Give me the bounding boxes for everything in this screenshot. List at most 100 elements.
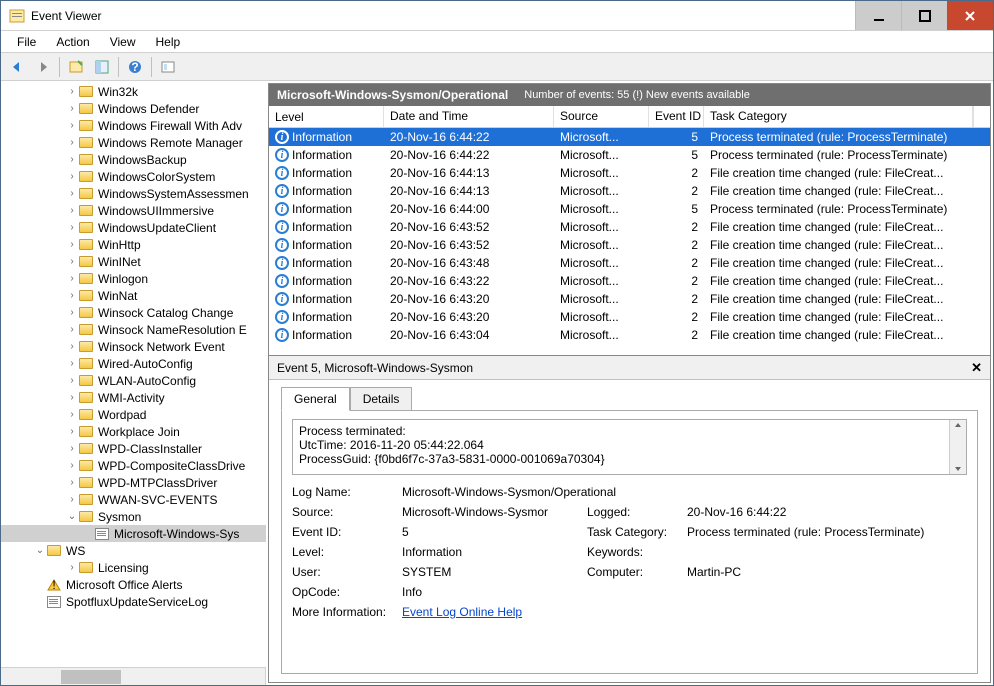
expand-icon[interactable]: ⌄ [65, 511, 79, 522]
tree-item[interactable]: ›WinNat [1, 287, 266, 304]
event-row[interactable]: iInformation20-Nov-16 6:44:00Microsoft..… [269, 200, 990, 218]
event-row[interactable]: iInformation20-Nov-16 6:43:22Microsoft..… [269, 272, 990, 290]
cell-task: Process terminated (rule: ProcessTermina… [704, 202, 990, 216]
tree-item[interactable]: ›Windows Defender [1, 100, 266, 117]
expand-icon[interactable]: › [65, 341, 79, 352]
event-row[interactable]: iInformation20-Nov-16 6:43:48Microsoft..… [269, 254, 990, 272]
event-row[interactable]: iInformation20-Nov-16 6:44:13Microsoft..… [269, 182, 990, 200]
event-row[interactable]: iInformation20-Nov-16 6:43:04Microsoft..… [269, 326, 990, 344]
forward-button[interactable] [31, 55, 55, 79]
expand-icon[interactable]: ⌄ [33, 545, 47, 556]
tab-general[interactable]: General [281, 387, 350, 411]
tree-item[interactable]: ⌄Sysmon [1, 508, 266, 525]
expand-icon[interactable]: › [65, 460, 79, 471]
help-button[interactable]: ? [123, 55, 147, 79]
tree-item[interactable]: ⌄WS [1, 542, 266, 559]
show-tree-button[interactable] [64, 55, 88, 79]
tree-view[interactable]: ›Win32k›Windows Defender›Windows Firewal… [1, 81, 266, 667]
expand-icon[interactable]: › [65, 103, 79, 114]
tree-item[interactable]: ›WMI-Activity [1, 389, 266, 406]
expand-icon[interactable]: › [65, 562, 79, 573]
find-button[interactable] [156, 55, 180, 79]
tree-item[interactable]: ›WPD-CompositeClassDrive [1, 457, 266, 474]
expand-icon[interactable]: › [65, 443, 79, 454]
expand-icon[interactable]: › [65, 290, 79, 301]
expand-icon[interactable]: › [65, 256, 79, 267]
expand-icon[interactable]: › [65, 392, 79, 403]
expand-icon[interactable]: › [65, 86, 79, 97]
list-body[interactable]: iInformation20-Nov-16 6:44:22Microsoft..… [269, 128, 990, 355]
col-date[interactable]: Date and Time [384, 106, 554, 127]
col-taskcat[interactable]: Task Category [704, 106, 973, 127]
menu-help[interactable]: Help [146, 33, 191, 51]
detail-header: Event 5, Microsoft-Windows-Sysmon ✕ [269, 356, 990, 380]
expand-icon[interactable]: › [65, 120, 79, 131]
expand-icon[interactable]: › [65, 358, 79, 369]
col-level[interactable]: Level [269, 106, 384, 127]
event-row[interactable]: iInformation20-Nov-16 6:43:20Microsoft..… [269, 290, 990, 308]
expand-icon[interactable]: › [65, 307, 79, 318]
tree-item[interactable]: ›WindowsBackup [1, 151, 266, 168]
menu-file[interactable]: File [7, 33, 46, 51]
detail-close-icon[interactable]: ✕ [971, 360, 982, 376]
expand-icon[interactable]: › [65, 409, 79, 420]
tree-item[interactable]: ›WWAN-SVC-EVENTS [1, 491, 266, 508]
tree-item[interactable]: ›Wordpad [1, 406, 266, 423]
event-row[interactable]: iInformation20-Nov-16 6:44:22Microsoft..… [269, 128, 990, 146]
maximize-button[interactable] [901, 1, 947, 30]
link-online-help[interactable]: Event Log Online Help [402, 605, 522, 619]
minimize-button[interactable] [855, 1, 901, 30]
back-button[interactable] [5, 55, 29, 79]
tree-item[interactable]: ›Winlogon [1, 270, 266, 287]
tree-item[interactable]: ›WindowsUIImmersive [1, 202, 266, 219]
tree-item[interactable]: ›WinINet [1, 253, 266, 270]
tree-item[interactable]: ›Workplace Join [1, 423, 266, 440]
menu-view[interactable]: View [100, 33, 146, 51]
event-row[interactable]: iInformation20-Nov-16 6:43:52Microsoft..… [269, 236, 990, 254]
event-row[interactable]: iInformation20-Nov-16 6:43:20Microsoft..… [269, 308, 990, 326]
event-row[interactable]: iInformation20-Nov-16 6:43:52Microsoft..… [269, 218, 990, 236]
expand-icon[interactable]: › [65, 426, 79, 437]
tree-item[interactable]: ›Winsock NameResolution E [1, 321, 266, 338]
tree-item[interactable]: ›Wired-AutoConfig [1, 355, 266, 372]
msg-scrollbar[interactable] [949, 420, 966, 474]
expand-icon[interactable]: › [65, 239, 79, 250]
expand-icon[interactable]: › [65, 137, 79, 148]
expand-icon[interactable]: › [65, 494, 79, 505]
tab-details[interactable]: Details [350, 387, 413, 411]
tree-hscrollbar[interactable] [1, 667, 265, 685]
tree-item[interactable]: SpotfluxUpdateServiceLog [1, 593, 266, 610]
tree-item[interactable]: ›WPD-MTPClassDriver [1, 474, 266, 491]
menu-action[interactable]: Action [46, 33, 99, 51]
tree-item[interactable]: !Microsoft Office Alerts [1, 576, 266, 593]
tree-item[interactable]: ›Winsock Catalog Change [1, 304, 266, 321]
expand-icon[interactable]: › [65, 273, 79, 284]
expand-icon[interactable]: › [65, 324, 79, 335]
expand-icon[interactable]: › [65, 171, 79, 182]
tree-item[interactable]: ›WLAN-AutoConfig [1, 372, 266, 389]
tree-item[interactable]: ›WindowsUpdateClient [1, 219, 266, 236]
event-row[interactable]: iInformation20-Nov-16 6:44:22Microsoft..… [269, 146, 990, 164]
tree-item[interactable]: ›WindowsSystemAssessmen [1, 185, 266, 202]
tree-item[interactable]: ›WPD-ClassInstaller [1, 440, 266, 457]
tree-item[interactable]: ›WindowsColorSystem [1, 168, 266, 185]
expand-icon[interactable]: › [65, 222, 79, 233]
close-button[interactable] [947, 1, 993, 30]
expand-icon[interactable]: › [65, 188, 79, 199]
tree-item[interactable]: ›Windows Firewall With Adv [1, 117, 266, 134]
tree-item[interactable]: ›Licensing [1, 559, 266, 576]
col-eventid[interactable]: Event ID [649, 106, 704, 127]
expand-icon[interactable]: › [65, 205, 79, 216]
tree-item[interactable]: Microsoft-Windows-Sys [1, 525, 266, 542]
expand-icon[interactable]: › [65, 477, 79, 488]
tree-item[interactable]: ›Winsock Network Event [1, 338, 266, 355]
col-source[interactable]: Source [554, 106, 649, 127]
expand-icon[interactable]: › [65, 375, 79, 386]
tree-item[interactable]: ›Win32k [1, 83, 266, 100]
expand-icon[interactable]: › [65, 154, 79, 165]
tree-item[interactable]: ›WinHttp [1, 236, 266, 253]
properties-button[interactable] [90, 55, 114, 79]
event-row[interactable]: iInformation20-Nov-16 6:44:13Microsoft..… [269, 164, 990, 182]
tree-item[interactable]: ›Windows Remote Manager [1, 134, 266, 151]
lbl-level: Level: [292, 545, 402, 559]
